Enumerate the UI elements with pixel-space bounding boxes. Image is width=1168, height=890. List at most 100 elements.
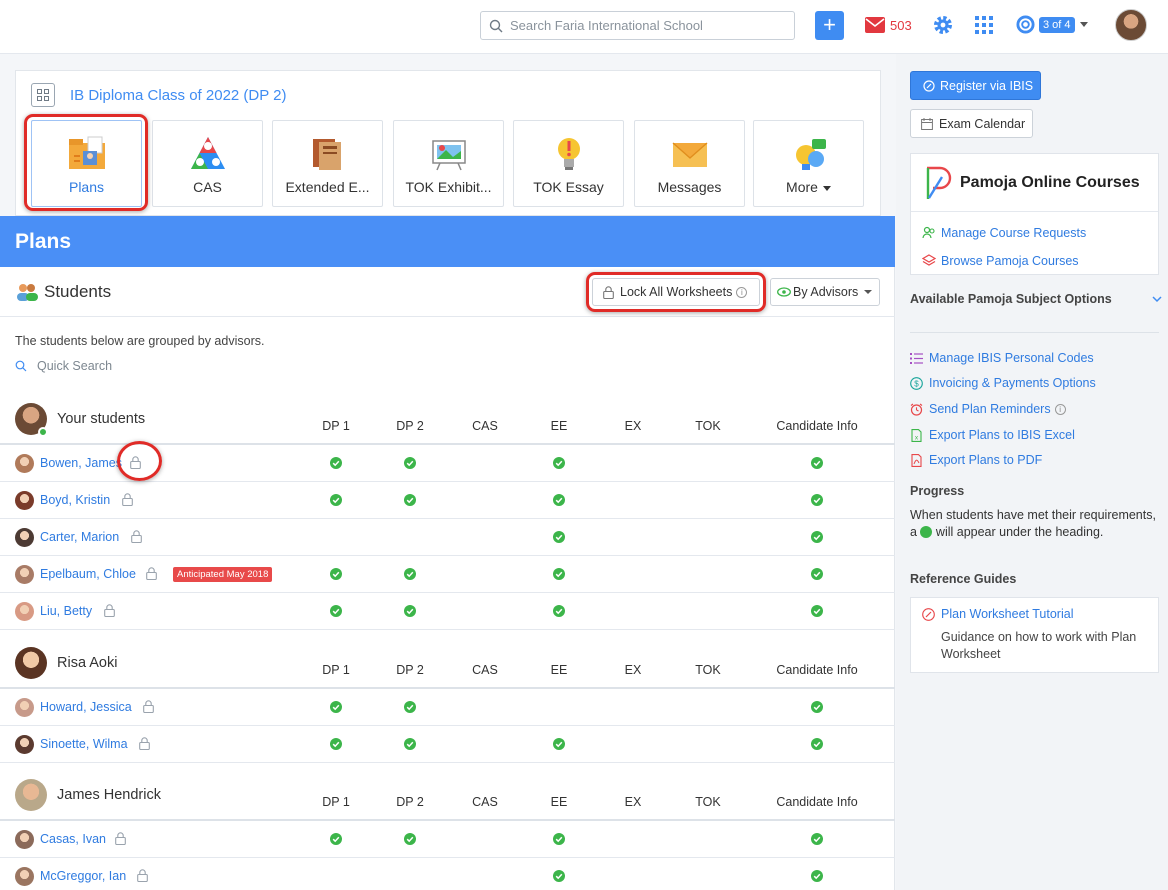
student-row: Carter, Marion [0,519,895,556]
export-ibis-excel-link[interactable]: x Export Plans to IBIS Excel [910,428,1075,442]
lock-icon[interactable] [115,832,126,845]
manage-ibis-codes-link[interactable]: Manage IBIS Personal Codes [910,351,1094,365]
export-pdf-link[interactable]: Export Plans to PDF [910,453,1042,467]
available-subject-options-toggle[interactable]: Available Pamoja Subject Options [910,292,1162,306]
chevron-down-icon [1152,296,1162,303]
student-row: Liu, Betty [0,593,895,630]
column-header: DP 1 [322,419,350,433]
calendar-icon [921,117,933,130]
class-menu-button[interactable] [31,83,55,107]
lock-icon[interactable] [122,493,133,506]
tile-extended-essay[interactable]: Extended E... [272,120,383,207]
exam-calendar-button[interactable]: Exam Calendar [910,109,1033,138]
check-circle-icon [811,457,823,469]
column-header: EE [550,663,568,677]
add-button[interactable]: + [815,11,844,40]
student-name-link[interactable]: McGreggor, Ian [40,869,126,883]
help-menu[interactable]: 3 of 4 [1016,15,1088,34]
student-name-link[interactable]: Howard, Jessica [40,700,132,714]
pamoja-logo-icon [926,166,952,199]
check-circle-icon [553,833,565,845]
check-circle-icon [404,457,416,469]
student-avatar [15,698,34,717]
column-header: DP 1 [322,795,350,809]
tile-more[interactable]: More [753,120,864,207]
gear-icon[interactable] [933,15,953,35]
tile-plans[interactable]: Plans [31,120,142,207]
grouped-note: The students below are grouped by adviso… [15,334,265,348]
lock-icon[interactable] [143,700,154,713]
student-name-link[interactable]: Carter, Marion [40,530,119,544]
student-avatar [15,491,34,510]
advisor-avatar [15,779,47,811]
apps-grid-icon[interactable] [975,16,993,34]
tile-label: TOK Essay [533,179,604,195]
column-header: CAS [472,419,498,433]
tok-exhibition-icon [431,140,466,171]
tile-cas[interactable]: CAS [152,120,263,207]
register-ibis-button[interactable]: Register via IBIS [910,71,1041,100]
advisor-name: Your students [57,411,146,427]
tile-label: TOK Exhibit... [405,179,492,195]
tile-tok-essay[interactable]: TOK Essay [513,120,624,207]
browse-pamoja-link[interactable]: Browse Pamoja Courses [911,247,1158,275]
page-title: Plans [0,216,895,267]
student-name-link[interactable]: Bowen, James [40,456,122,470]
quick-search-input[interactable] [37,359,237,373]
global-search[interactable] [480,11,795,40]
student-name-link[interactable]: Sinoette, Wilma [40,737,128,751]
eye-icon [777,287,791,297]
lock-icon[interactable] [104,604,115,617]
lock-icon[interactable] [137,869,148,882]
column-header: EE [550,795,568,809]
students-title: Students [15,282,111,302]
plans-folder-icon [68,136,105,169]
check-circle-icon [811,738,823,750]
lock-icon[interactable] [131,530,142,543]
lock-icon[interactable] [146,567,157,580]
user-avatar[interactable] [1115,9,1147,41]
student-name-link[interactable]: Casas, Ivan [40,832,106,846]
quick-search[interactable] [15,359,237,373]
check-circle-icon [330,494,342,506]
envelope-icon [672,142,707,167]
svg-text:x: x [915,434,919,441]
lock-icon[interactable] [130,456,141,469]
send-plan-reminders-link[interactable]: Send Plan Reminders i [910,402,1066,416]
column-header: EE [550,419,568,433]
column-header: DP 2 [396,795,424,809]
info-icon[interactable]: i [736,286,748,298]
tile-messages[interactable]: Messages [634,120,745,207]
lock-icon[interactable] [139,737,150,750]
messages-button[interactable]: 503 [865,17,912,33]
student-name-link[interactable]: Boyd, Kristin [40,493,110,507]
tile-label: CAS [193,179,222,195]
check-circle-icon [553,531,565,543]
users-icon [17,284,38,301]
tile-tok-exhibition[interactable]: TOK Exhibit... [393,120,504,207]
group-by-dropdown[interactable]: By Advisors [770,278,880,306]
plan-worksheet-tutorial-link[interactable]: Plan Worksheet Tutorial [922,607,1073,621]
more-apps-icon [795,139,826,170]
manage-course-requests-link[interactable]: Manage Course Requests [911,219,1158,247]
chevron-down-icon [822,185,831,191]
advisor-name: Risa Aoki [57,655,118,671]
student-name-link[interactable]: Liu, Betty [40,604,92,618]
check-circle-icon [404,833,416,845]
student-row: Bowen, James [0,445,895,482]
student-avatar [15,565,34,584]
search-input[interactable] [510,18,780,33]
lock-all-worksheets-button[interactable]: Lock All Worksheets i [592,278,760,306]
column-header: DP 1 [322,663,350,677]
check-circle-icon [811,494,823,506]
class-header: IB Diploma Class of 2022 (DP 2) [31,83,286,107]
mail-count: 503 [890,17,912,33]
column-header: TOK [695,419,721,433]
invoicing-payments-link[interactable]: $ Invoicing & Payments Options [910,376,1096,390]
users-icon [922,226,935,239]
info-icon[interactable]: i [1054,403,1066,415]
column-header: Candidate Info [776,663,858,677]
student-name-link[interactable]: Epelbaum, Chloe [40,567,136,581]
class-title[interactable]: IB Diploma Class of 2022 (DP 2) [70,87,286,104]
student-row: Epelbaum, Chloe Anticipated May 2018 [0,556,895,593]
